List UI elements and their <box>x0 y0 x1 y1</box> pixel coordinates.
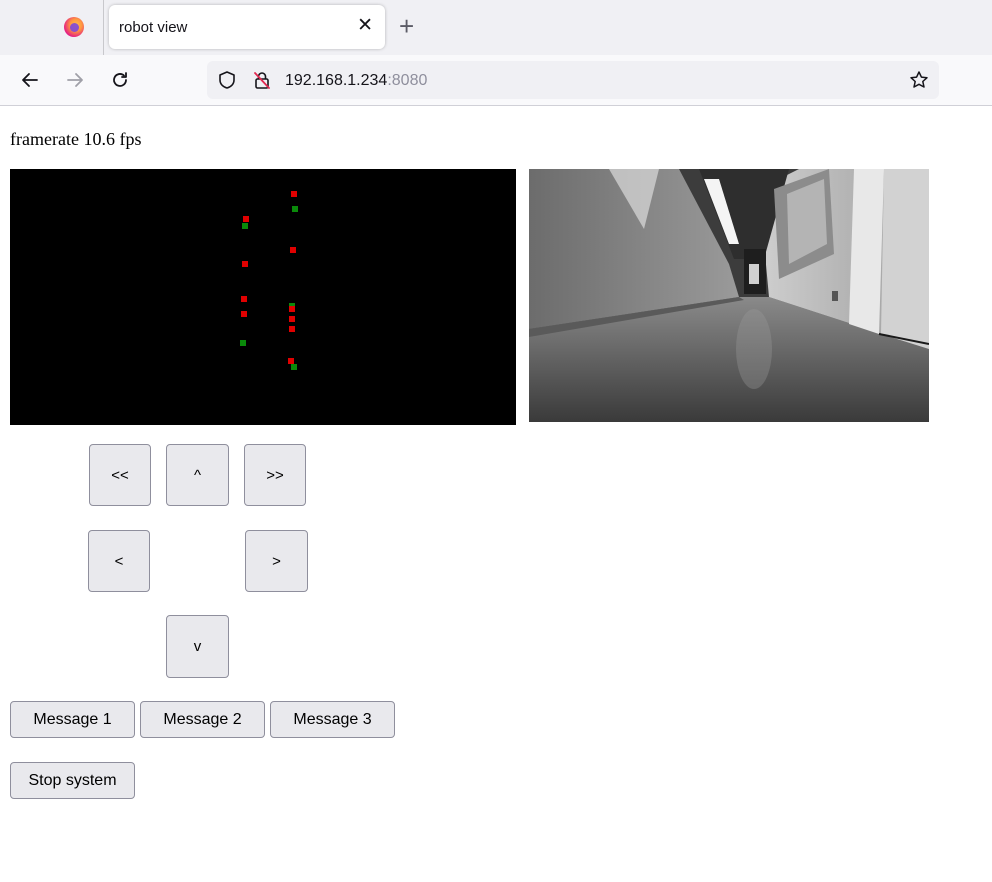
back-arrow-icon[interactable] <box>18 68 42 92</box>
message-2-button[interactable]: Message 2 <box>140 701 265 738</box>
stop-system-button[interactable]: Stop system <box>10 762 135 799</box>
tab-separator <box>103 0 104 55</box>
red-point <box>241 311 247 317</box>
close-tab-icon[interactable]: ✕ <box>357 16 373 36</box>
camera-image <box>529 169 929 422</box>
insecure-lock-icon[interactable] <box>250 68 274 92</box>
green-point <box>292 206 298 212</box>
depth-point-view <box>10 169 516 425</box>
url-port: :8080 <box>387 72 428 89</box>
message-3-button[interactable]: Message 3 <box>270 701 395 738</box>
red-point <box>290 247 296 253</box>
green-point <box>291 364 297 370</box>
red-point <box>289 326 295 332</box>
bookmark-star-icon[interactable] <box>907 68 931 92</box>
red-point <box>291 191 297 197</box>
rotate-right-button[interactable]: >> <box>244 444 306 506</box>
red-point <box>289 316 295 322</box>
left-button[interactable]: < <box>88 530 150 592</box>
red-point <box>243 216 249 222</box>
browser-nav-bar: 192.168.1.234:8080 <box>0 55 992 106</box>
green-point <box>240 340 246 346</box>
green-point <box>242 223 248 229</box>
red-point <box>289 306 295 312</box>
tab-title: robot view <box>119 19 188 36</box>
new-tab-icon[interactable]: + <box>399 12 414 40</box>
reload-icon[interactable] <box>108 68 132 92</box>
message-1-button[interactable]: Message 1 <box>10 701 135 738</box>
right-button[interactable]: > <box>245 530 308 592</box>
red-point <box>242 261 248 267</box>
forward-button[interactable]: ^ <box>166 444 229 506</box>
firefox-icon[interactable] <box>64 17 84 37</box>
framerate-value: 10.6 <box>83 129 115 149</box>
framerate-text: framerate 10.6 fps <box>10 129 141 150</box>
browser-tab-bar: robot view ✕ + <box>0 0 992 55</box>
url-text[interactable]: 192.168.1.234:8080 <box>285 72 427 90</box>
red-point <box>241 296 247 302</box>
url-host: 192.168.1.234 <box>285 72 388 89</box>
forward-arrow-icon[interactable] <box>63 68 87 92</box>
url-bar[interactable]: 192.168.1.234:8080 <box>207 61 939 99</box>
shield-icon[interactable] <box>215 68 239 92</box>
backward-button[interactable]: v <box>166 615 229 678</box>
rotate-left-button[interactable]: << <box>89 444 151 506</box>
framerate-unit: fps <box>119 129 142 149</box>
page-content: framerate 10.6 fps << ^ >> < > v Message… <box>0 106 992 882</box>
tab-robot-view[interactable]: robot view ✕ <box>109 5 385 49</box>
framerate-label: framerate <box>10 129 79 149</box>
